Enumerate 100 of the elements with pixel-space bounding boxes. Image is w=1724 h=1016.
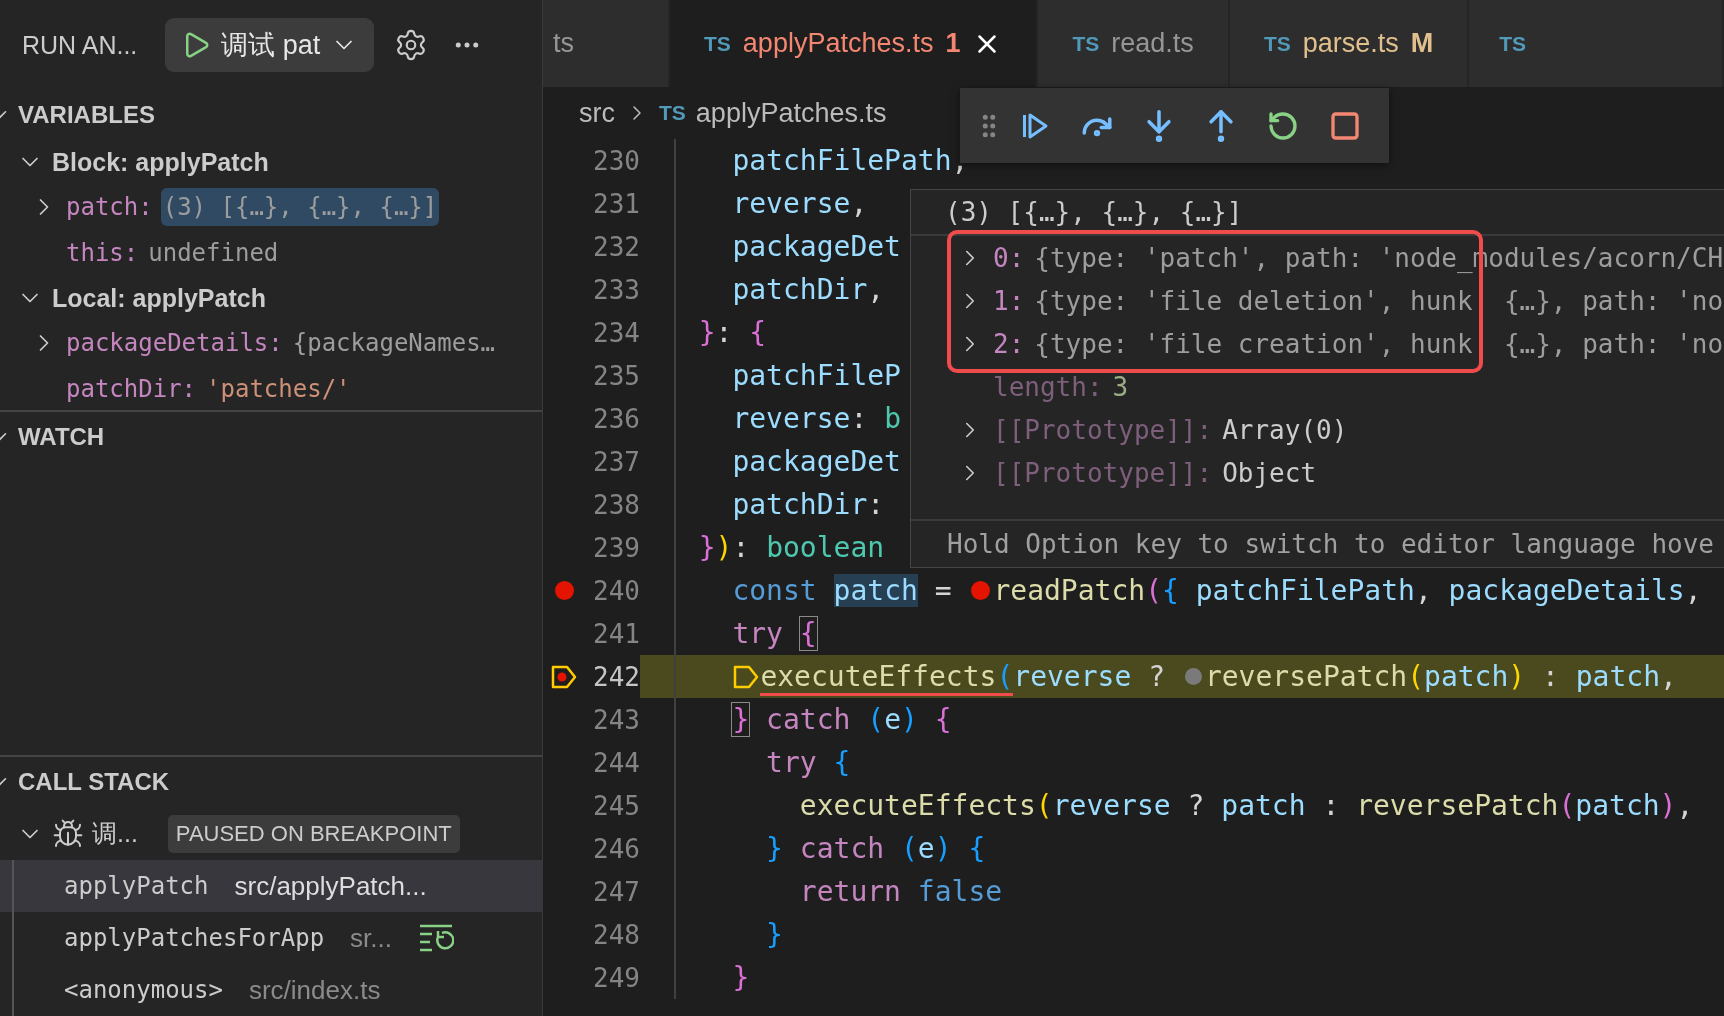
breadcrumb-item[interactable]: src <box>579 97 615 129</box>
tab-label: applyPatches.ts <box>742 28 934 59</box>
hover-hint: Hold Option key to switch to editor language hove <box>947 528 1714 559</box>
stop-icon <box>1329 109 1361 142</box>
code-text: } <box>766 918 783 951</box>
line-number: 246 <box>592 833 640 864</box>
tab-label: read.ts <box>1111 28 1194 59</box>
frame-name: applyPatchesForApp <box>64 924 325 952</box>
section-title[interactable]: CALL STACK <box>18 768 170 796</box>
code-text: reversePatch(patch) : patch, <box>1204 660 1677 693</box>
line-number: 247 <box>592 876 640 907</box>
status-badge: PAUSED ON BREAKPOINT <box>167 814 460 853</box>
code-text: executeEffects(reverse ? <box>760 660 1182 693</box>
line-number: 248 <box>592 919 640 950</box>
line-number: 245 <box>592 790 640 821</box>
property-key: 2: <box>993 328 1025 359</box>
frame-source: src/applyPatch... <box>234 870 427 902</box>
tab-status-text: 1 <box>945 28 961 59</box>
tab-status-text: M <box>1410 28 1434 59</box>
code-text: patchDir: <box>732 488 885 521</box>
variable-name: packageDetails: <box>66 329 283 357</box>
editor-tab[interactable]: ts <box>543 0 670 87</box>
property-value: {type: 'file deletion', hunk {…}, path: 'no <box>1034 285 1724 316</box>
variable-value[interactable]: 'patches/' <box>204 370 353 408</box>
scope-label[interactable]: Local: applyPatch <box>52 283 266 313</box>
line-number: 232 <box>592 231 640 262</box>
breakpoint-dot-icon[interactable] <box>971 581 991 600</box>
scope-label[interactable]: Block: applyPatch <box>52 147 269 177</box>
line-number: 244 <box>592 747 640 778</box>
bug-icon <box>52 817 84 850</box>
line-number: 231 <box>592 188 640 219</box>
code-text: reverse: b <box>732 402 901 435</box>
line-number: 237 <box>592 446 640 477</box>
code-text: }: { <box>698 316 767 349</box>
line-number: 240 <box>592 575 640 606</box>
typescript-label: TS <box>1072 31 1100 56</box>
property-key: length: <box>993 371 1103 402</box>
frame-source: src/index.ts <box>248 974 381 1006</box>
property-key: [[Prototype]]: <box>993 457 1213 488</box>
line-number: 249 <box>592 962 640 993</box>
hover-title: (3) [{…}, {…}, {…}] <box>945 197 1243 227</box>
line-number: 239 <box>592 532 640 563</box>
property-value: 3 <box>1112 371 1129 402</box>
line-number: 243 <box>592 704 640 735</box>
editor-tab[interactable]: TS <box>1469 0 1724 87</box>
editor-tab[interactable]: TS parse.ts M <box>1229 0 1470 87</box>
breakpoint-dot-icon[interactable] <box>554 581 574 600</box>
line-number: 236 <box>592 403 640 434</box>
code-text: readPatch({ patchFilePath, packageDetails, <box>993 574 1702 607</box>
variable-name: patch: <box>66 193 153 221</box>
property-key: 0: <box>993 242 1025 273</box>
stack-frame[interactable]: applyPatch src/applyPatch... <box>0 860 542 912</box>
line-number: 234 <box>592 317 640 348</box>
frame-name: applyPatch <box>64 872 209 900</box>
code-text: executeEffects(reverse ? patch : reversePatch(patch), <box>799 789 1694 822</box>
code-text: patchDir, <box>732 273 885 306</box>
code-text: reverse, <box>732 187 868 220</box>
line-number: 238 <box>592 489 640 520</box>
code-text: patchFilePath, <box>732 144 969 177</box>
line-number: 241 <box>592 618 640 649</box>
property-key: [[Prototype]]: <box>993 414 1213 445</box>
code-text: } <box>732 961 750 994</box>
typescript-label: TS <box>1263 31 1291 56</box>
tab-label: parse.ts <box>1302 28 1399 59</box>
typescript-label: TS <box>704 31 731 56</box>
panel-title: RUN AN... <box>22 30 138 60</box>
code-text: packageDet <box>732 230 901 263</box>
thread-label[interactable]: 调... <box>92 817 138 850</box>
variable-name: this: <box>66 239 139 267</box>
launch-config-button[interactable]: 调试 pat <box>165 18 375 72</box>
section-title[interactable]: VARIABLES <box>18 101 155 129</box>
property-value: Array(0) <box>1222 414 1348 445</box>
code-text: } catch (e) { <box>732 703 952 736</box>
breadcrumb-item[interactable]: applyPatches.ts <box>695 97 887 129</box>
code-text: return false <box>799 875 1003 908</box>
code-text: const patch = <box>732 574 953 607</box>
line-number: 230 <box>592 145 640 176</box>
property-key: 1: <box>993 285 1025 316</box>
line-number: 242 <box>592 661 640 692</box>
frame-name: <anonymous> <box>64 976 223 1004</box>
property-value: {type: 'file creation', hunk {…}, path: 'no <box>1034 328 1724 359</box>
code-text: patchFileP <box>732 359 901 392</box>
tab-label: ts <box>553 28 574 59</box>
code-text: try { <box>732 617 817 650</box>
code-text: try { <box>766 746 851 779</box>
variable-value[interactable]: undefined <box>146 234 281 272</box>
section-title[interactable]: WATCH <box>18 423 105 451</box>
code-text: }): boolean <box>698 531 885 564</box>
line-number: 235 <box>592 360 640 391</box>
frame-source: sr... <box>350 922 392 954</box>
breakpoint-dot-icon[interactable] <box>1184 668 1202 685</box>
editor-tab[interactable]: TS read.ts <box>1038 0 1230 87</box>
typescript-label: TS <box>659 101 686 125</box>
code-text: packageDet <box>732 445 901 478</box>
restart-icon <box>1267 109 1299 142</box>
restart-frame-icon[interactable] <box>418 923 454 953</box>
editor-tab[interactable]: TS applyPatches.ts 1 <box>670 0 1039 87</box>
property-value: Object <box>1222 457 1317 488</box>
code-text: } catch (e) { <box>766 832 986 865</box>
variable-value[interactable]: {packageNames… <box>290 324 498 362</box>
